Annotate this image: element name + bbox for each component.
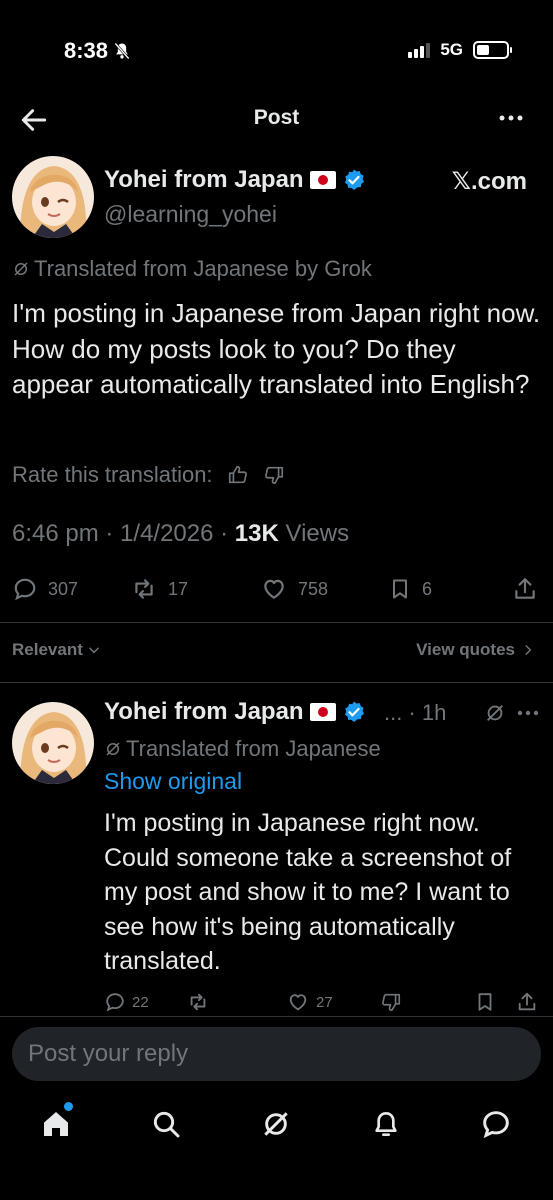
- reply-icon: [14, 578, 36, 601]
- repost-icon: [135, 579, 153, 599]
- source-label: 𝕏.com: [451, 168, 527, 195]
- bookmark-count: 6: [422, 578, 433, 599]
- sort-label: Relevant: [12, 640, 83, 659]
- reply-composer-bar: Post your reply: [0, 1016, 553, 1096]
- author-name-text: Yohei from Japan: [104, 166, 304, 193]
- reply-text: I'm posting in Japanese right now. Could…: [104, 809, 512, 975]
- reply-reply-count: 22: [132, 993, 149, 1011]
- repost-button[interactable]: 17: [130, 576, 188, 602]
- reply-translation-notice: Translated from Japanese: [104, 736, 381, 762]
- avatar-image: [12, 156, 94, 238]
- reply-icon: [106, 993, 124, 1012]
- show-original-link[interactable]: Show original: [104, 768, 242, 795]
- repost-icon: [190, 993, 206, 1011]
- thumbs-down-icon: [382, 993, 401, 1012]
- rate-label: Rate this translation:: [12, 462, 213, 487]
- grok-icon: [106, 742, 120, 756]
- post-text: I'm posting in Japanese from Japan right…: [12, 298, 541, 400]
- signal-icon: [408, 42, 431, 58]
- network-label: 5G: [440, 40, 463, 59]
- verified-badge-icon: [344, 701, 364, 722]
- battery-icon: [473, 41, 512, 59]
- author-name[interactable]: Yohei from Japan: [104, 166, 366, 194]
- bookmark-icon: [478, 993, 492, 1011]
- reply-actions: 22 27: [0, 990, 553, 1014]
- translation-label: Translated from Japanese by Grok: [34, 256, 372, 281]
- clock-text: 8:38: [64, 38, 109, 63]
- bookmark-icon: [393, 579, 407, 599]
- chevron-right-icon: [525, 645, 532, 655]
- japan-flag-icon: [309, 703, 336, 721]
- reply-reply-button[interactable]: 22: [104, 991, 149, 1013]
- share-button[interactable]: [512, 576, 538, 602]
- avatar[interactable]: [12, 156, 94, 238]
- sort-dropdown[interactable]: Relevant: [12, 640, 101, 660]
- thumbs-up-icon[interactable]: [227, 464, 249, 486]
- reply-repost-button[interactable]: [186, 991, 210, 1013]
- chat-bubble-icon: [483, 1111, 509, 1139]
- notification-dot: [64, 1102, 73, 1111]
- tab-grok[interactable]: [260, 1108, 292, 1140]
- chevron-down-icon: [89, 647, 99, 654]
- like-button[interactable]: 758: [260, 576, 328, 602]
- status-right: 5G: [408, 40, 512, 60]
- status-bar: 8:38 5G: [0, 0, 553, 100]
- reply-filter-row: Relevant View quotes: [12, 640, 535, 660]
- post-date: 1/4/2026: [120, 520, 214, 547]
- header: Post: [0, 98, 553, 142]
- reply-translation-label: Translated from Japanese: [126, 736, 381, 761]
- thumbs-down-icon[interactable]: [263, 464, 285, 486]
- views-label: Views: [285, 520, 350, 547]
- tab-messages[interactable]: [480, 1108, 512, 1140]
- more-options-icon[interactable]: [516, 704, 540, 722]
- reply-rate-down-button[interactable]: [380, 991, 402, 1013]
- share-icon: [515, 578, 535, 599]
- divider: [0, 682, 553, 683]
- status-time: 8:38: [64, 38, 132, 64]
- reply-author-name[interactable]: Yohei from Japan: [104, 698, 366, 726]
- reply-like-count: 27: [316, 993, 333, 1011]
- tab-search[interactable]: [150, 1108, 182, 1140]
- tab-home[interactable]: [40, 1102, 73, 1140]
- page-title: Post: [253, 106, 300, 129]
- reply-bookmark-button[interactable]: [474, 991, 496, 1013]
- grok-icon[interactable]: [484, 702, 506, 724]
- reply-author-name-text: Yohei from Japan: [104, 698, 304, 725]
- reply-avatar[interactable]: [12, 702, 94, 784]
- reply-button[interactable]: 307: [12, 576, 78, 602]
- japan-flag-icon: [309, 171, 336, 189]
- translation-notice: Translated from Japanese by Grok: [12, 256, 372, 282]
- search-icon: [153, 1111, 180, 1138]
- like-count: 758: [298, 578, 329, 599]
- author-handle[interactable]: @learning_yohei: [104, 201, 277, 228]
- heart-icon: [289, 994, 307, 1011]
- reply-like-button[interactable]: 27: [286, 991, 333, 1013]
- reply-timestamp: ... · 1h: [384, 700, 447, 725]
- reply-share-button[interactable]: [516, 991, 538, 1013]
- post-actions: 307 17 758 6: [0, 574, 553, 604]
- repost-count: 17: [168, 578, 189, 599]
- grok-icon: [264, 1112, 288, 1136]
- bottom-tab-bar: [0, 1096, 553, 1156]
- rate-translation: Rate this translation:: [12, 462, 285, 488]
- bell-icon: [375, 1112, 397, 1136]
- tab-notifications[interactable]: [370, 1108, 402, 1140]
- reply-input[interactable]: Post your reply: [12, 1027, 541, 1081]
- grok-icon: [14, 262, 28, 276]
- verified-badge-icon: [344, 169, 364, 190]
- more-options-icon[interactable]: [497, 106, 525, 130]
- home-icon: [44, 1112, 68, 1136]
- post-meta: 6:46 pm · 1/4/2026 · 13K Views: [12, 520, 350, 547]
- share-icon: [518, 992, 536, 1011]
- avatar-image: [12, 702, 94, 784]
- view-quotes-link[interactable]: View quotes: [416, 640, 535, 660]
- views-count: 13K: [234, 520, 279, 547]
- divider: [0, 622, 553, 623]
- post-time: 6:46 pm: [12, 520, 99, 547]
- view-quotes-label: View quotes: [416, 640, 515, 659]
- reply-count: 307: [48, 578, 79, 599]
- heart-icon: [264, 579, 284, 599]
- bell-slash-icon: [114, 42, 130, 60]
- bookmark-button[interactable]: 6: [388, 576, 432, 602]
